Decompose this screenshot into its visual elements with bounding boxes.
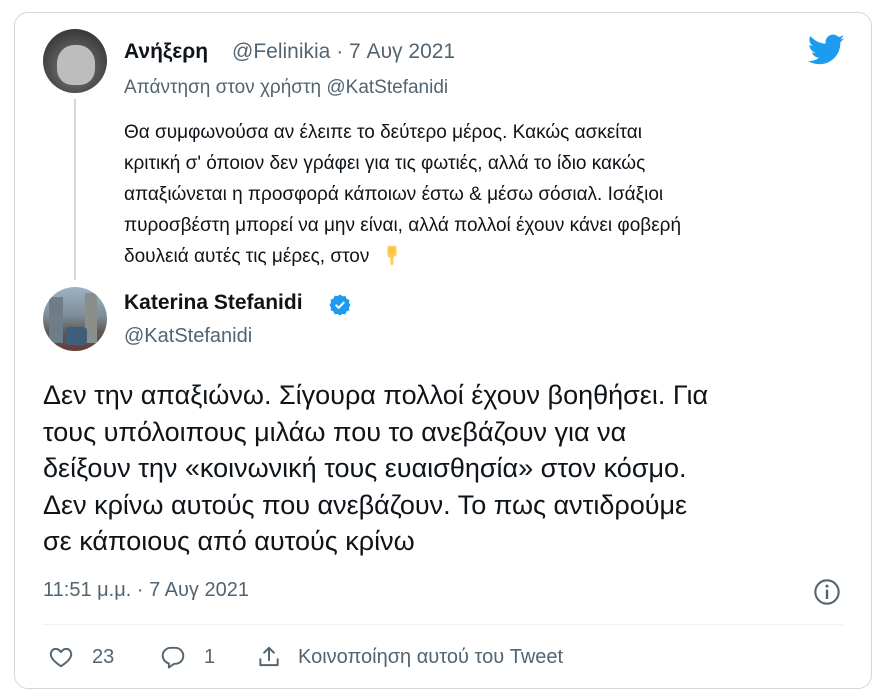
- reply-text-line: πυροσβέστη μπορεί να μην είναι, αλλά πολ…: [124, 215, 682, 236]
- tweet-text-line: δείξουν την «κοινωνική τους ευαισθησία» …: [43, 453, 687, 483]
- tweet-text-line: σε κάποιους από αυτούς κρίνω: [43, 526, 415, 556]
- twitter-bird-icon[interactable]: [808, 34, 845, 66]
- share-label: Κοινοποίηση αυτού του Tweet: [298, 645, 564, 668]
- tweet-text-line: Δεν κρίνω αυτούς που ανεβάζουν. Το πως α…: [43, 489, 688, 520]
- meta-separator: ·: [136, 579, 144, 601]
- share-icon: [259, 646, 279, 667]
- like-button[interactable]: 23: [48, 644, 114, 670]
- heart-icon: [49, 647, 73, 668]
- tweet-time[interactable]: 11:51 μ.μ.: [43, 579, 131, 601]
- avatar[interactable]: [43, 287, 107, 351]
- thread-connector-line: [74, 99, 76, 280]
- tweet-timestamp[interactable]: 11:51 μ.μ. · 7 Αυγ 2021: [43, 579, 249, 602]
- reply-date[interactable]: 7 Αυγ 2021: [349, 40, 455, 63]
- reply-text-line: Θα συμφωνούσα αν έλειπε το δεύτερο μέρος…: [124, 122, 642, 143]
- reply-text-line: δουλειά αυτές τις μέρες, στον: [124, 241, 824, 272]
- like-count: 23: [92, 645, 115, 668]
- reply-text-line: κριτική σ' όποιον δεν γράφει για τις φωτ…: [124, 153, 646, 174]
- tweet-text: Δεν την απαξιώνω. Σίγουρα πολλοί έχουν β…: [43, 377, 843, 560]
- reply-count: 1: [204, 645, 216, 668]
- divider: [43, 624, 843, 625]
- share-button[interactable]: Κοινοποίηση αυτού του Tweet: [256, 644, 563, 670]
- meta-separator: ·: [336, 40, 344, 63]
- avatar[interactable]: [43, 29, 107, 93]
- author-handle[interactable]: @KatStefanidi: [124, 325, 252, 348]
- info-icon[interactable]: [813, 578, 841, 606]
- reply-handle[interactable]: @Felinikia: [232, 40, 330, 63]
- verified-badge-icon: [329, 294, 351, 316]
- hand-pointing-down-icon: [387, 245, 397, 266]
- reply-bubble-icon: [161, 646, 185, 669]
- author-name[interactable]: Katerina Stefanidi: [124, 291, 303, 315]
- reply-text: Θα συμφωνούσα αν έλειπε το δεύτερο μέρος…: [124, 117, 824, 272]
- reply-text-line: απαξιώνεται η προσφορά κάποιων έστω & μέ…: [124, 184, 664, 205]
- reply-meta: @Felinikia · 7 Αυγ 2021: [232, 40, 455, 64]
- tweet-text-line: Δεν την απαξιώνω. Σίγουρα πολλοί έχουν β…: [43, 380, 709, 410]
- reply-button[interactable]: 1: [160, 644, 215, 670]
- reply-author-name[interactable]: Ανήξερη: [124, 40, 208, 64]
- replying-to-label[interactable]: Απάντηση στον χρήστη @KatStefanidi: [124, 77, 448, 99]
- tweet-date[interactable]: 7 Αυγ 2021: [149, 579, 249, 601]
- tweet-text-line: τους υπόλοιπους μιλάω που το ανεβάζουν γ…: [43, 416, 627, 447]
